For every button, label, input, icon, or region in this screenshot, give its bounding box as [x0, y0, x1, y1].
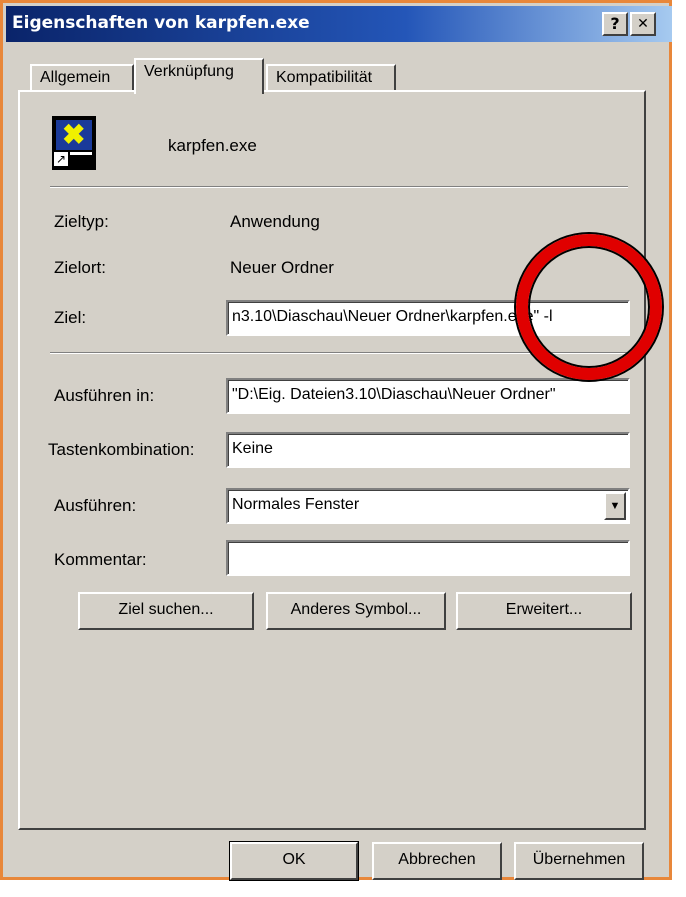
tastenkombination-input[interactable]: Keine	[226, 432, 630, 468]
chevron-down-icon[interactable]: ▼	[604, 492, 626, 520]
close-button[interactable]: ✕	[630, 12, 656, 36]
annotation-circle	[516, 234, 662, 380]
tab-allgemein[interactable]: Allgemein	[30, 64, 134, 92]
erweitert-button[interactable]: Erweitert...	[456, 592, 632, 630]
shortcut-name: karpfen.exe	[168, 136, 257, 155]
ziel-label: Ziel:	[54, 308, 87, 327]
abbrechen-button[interactable]: Abbrechen	[372, 842, 502, 880]
help-button[interactable]: ?	[602, 12, 628, 36]
ok-button[interactable]: OK	[229, 841, 359, 881]
icon-glyph: ✖	[62, 119, 86, 150]
icon-stand	[70, 152, 92, 171]
tastenkombination-label: Tastenkombination:	[48, 440, 195, 459]
title-bar[interactable]: Eigenschaften von karpfen.exe ? ✕	[6, 6, 672, 42]
zielort-label: Zielort:	[54, 258, 106, 277]
window-title: Eigenschaften von karpfen.exe	[12, 13, 310, 33]
zieltyp-label: Zieltyp:	[54, 212, 109, 231]
kommentar-input[interactable]	[226, 540, 630, 576]
ausfuehren-selected-value: Normales Fenster	[232, 496, 360, 513]
kommentar-label: Kommentar:	[54, 550, 147, 569]
separator-1	[50, 186, 628, 188]
uebernehmen-button[interactable]: Übernehmen	[514, 842, 644, 880]
tab-verknuepfung[interactable]: Verknüpfung	[134, 58, 264, 94]
anderes-symbol-button[interactable]: Anderes Symbol...	[266, 592, 446, 630]
ausfuehren-select[interactable]: Normales Fenster ▼	[226, 488, 630, 524]
ausfuehren-label: Ausführen:	[54, 496, 137, 515]
ausfuehren-in-label: Ausführen in:	[54, 386, 155, 405]
zielort-value: Neuer Ordner	[230, 258, 334, 277]
tab-kompatibilitaet[interactable]: Kompatibilität	[266, 64, 396, 92]
ausfuehren-in-input[interactable]: "D:\Eig. Dateien3.10\Diaschau\Neuer Ordn…	[226, 378, 630, 414]
application-icon: ✖ ↗	[52, 116, 96, 170]
shortcut-arrow-icon: ↗	[54, 152, 68, 166]
ziel-suchen-button[interactable]: Ziel suchen...	[78, 592, 254, 630]
zieltyp-value: Anwendung	[230, 212, 320, 231]
